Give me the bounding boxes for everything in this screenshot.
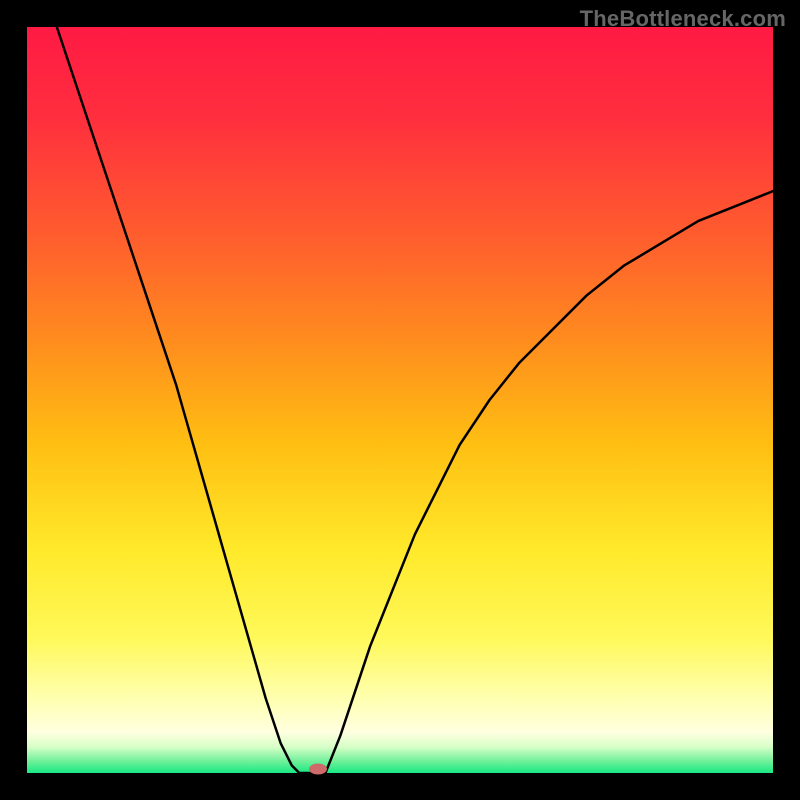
chart-frame: TheBottleneck.com <box>0 0 800 800</box>
minimum-marker <box>309 764 327 775</box>
bottleneck-chart <box>27 27 773 773</box>
watermark-text: TheBottleneck.com <box>580 6 786 32</box>
gradient-background <box>27 27 773 773</box>
